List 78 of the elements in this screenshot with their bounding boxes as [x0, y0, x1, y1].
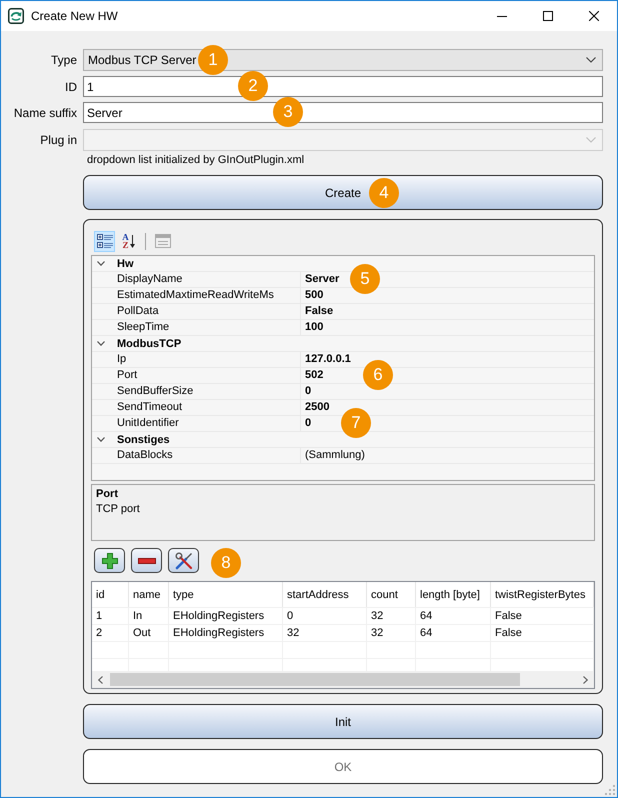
chevron-down-icon: [586, 137, 596, 143]
window-icon: [154, 234, 170, 248]
description-title: Port: [96, 487, 119, 502]
table-cell: 0: [283, 608, 367, 624]
table-cell: 2: [92, 625, 129, 641]
category-header[interactable]: Sonstiges: [92, 432, 594, 448]
field-label: Name suffix: [14, 106, 77, 120]
property-name[interactable]: Port: [113, 368, 300, 383]
hint-text: dropdown list initialized by GInOutPlugin.xml: [87, 154, 304, 166]
property-name[interactable]: SendTimeout: [113, 400, 300, 415]
property-value[interactable]: 100: [300, 320, 594, 335]
number-badge: 7: [341, 408, 371, 438]
categorized-view-button[interactable]: [94, 230, 115, 252]
table-cell: 32: [367, 608, 416, 624]
init-button[interactable]: Init: [83, 704, 603, 739]
scrollbar-thumb[interactable]: [110, 673, 520, 686]
property-value[interactable]: (Sammlung): [300, 448, 594, 463]
field-label: Type: [50, 53, 77, 67]
table-cell: EHoldingRegisters: [169, 625, 283, 641]
chevron-down-icon: [97, 437, 105, 442]
number-badge: 5: [350, 264, 380, 294]
column-header[interactable]: id: [92, 582, 129, 607]
property-name[interactable]: SendBufferSize: [113, 384, 300, 399]
resize-grip-icon: [605, 785, 615, 795]
window-title: Create New HW: [31, 9, 118, 23]
table-cell: EHoldingRegisters: [169, 608, 283, 624]
property-name[interactable]: SleepTime: [113, 320, 300, 335]
app-icon: [8, 8, 24, 24]
categorized-list-icon: [96, 234, 112, 248]
column-header[interactable]: startAddress: [283, 582, 367, 607]
number-badge: 3: [273, 97, 303, 127]
add-button[interactable]: [94, 548, 125, 573]
category-header[interactable]: ModbusTCP: [92, 336, 594, 352]
maximize-icon: [543, 11, 553, 21]
property-value[interactable]: False: [300, 304, 594, 319]
property-name[interactable]: PollData: [113, 304, 300, 319]
column-header[interactable]: twistRegisterBytes: [491, 582, 594, 607]
property-name[interactable]: Ip: [113, 352, 300, 367]
number-badge: 1: [198, 45, 228, 75]
chevron-right-icon: [583, 676, 588, 684]
table-cell: 64: [416, 608, 491, 624]
minus-icon: [138, 558, 156, 564]
table-cell: 1: [92, 608, 129, 624]
property-value[interactable]: 500: [300, 288, 594, 303]
field-label: ID: [65, 80, 77, 94]
chevron-left-icon: [98, 676, 103, 684]
column-header[interactable]: count: [367, 582, 416, 607]
column-header[interactable]: name: [129, 582, 169, 607]
table-cell: 64: [416, 625, 491, 641]
property-value[interactable]: 0: [300, 384, 594, 399]
chevron-down-icon: [97, 261, 105, 266]
property-name[interactable]: UnitIdentifier: [113, 416, 300, 431]
tools-icon: [174, 552, 192, 570]
down-arrow-icon: [130, 234, 135, 248]
chevron-down-icon: [586, 57, 596, 63]
table-cell: False: [491, 625, 594, 641]
field-label: Plug in: [40, 133, 77, 147]
column-header[interactable]: length [byte]: [416, 582, 491, 607]
column-header[interactable]: type: [169, 582, 283, 607]
table-cell: 32: [283, 625, 367, 641]
close-icon: [589, 11, 599, 21]
description-text: TCP port: [96, 502, 141, 517]
horizontal-scrollbar[interactable]: [92, 671, 594, 688]
property-name[interactable]: EstimatedMaxtimeReadWriteMs: [113, 288, 300, 303]
edit-button[interactable]: [168, 548, 199, 573]
property-name[interactable]: DisplayName: [113, 272, 300, 287]
number-badge: 8: [211, 548, 241, 578]
sort-alphabetical-button[interactable]: A Z: [117, 230, 140, 252]
table-cell: In: [129, 608, 169, 624]
number-badge: 6: [363, 360, 393, 390]
table-cell: Out: [129, 625, 169, 641]
property-name[interactable]: DataBlocks: [113, 448, 300, 463]
table-cell: False: [491, 608, 594, 624]
remove-button[interactable]: [131, 548, 162, 573]
number-badge: 2: [238, 71, 268, 101]
table-cell: 32: [367, 625, 416, 641]
plus-icon: [102, 552, 118, 568]
chevron-down-icon: [97, 341, 105, 346]
